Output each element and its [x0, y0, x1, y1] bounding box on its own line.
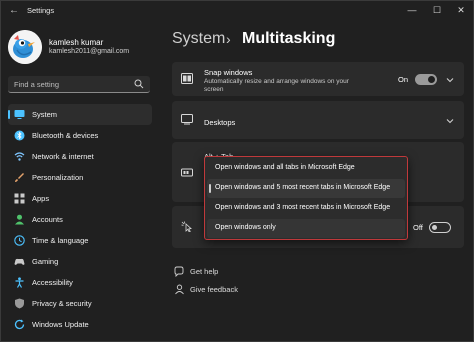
bluetooth-icon: [14, 130, 25, 141]
sidebar-item-bluetooth[interactable]: Bluetooth & devices: [8, 125, 152, 146]
snap-layout-icon: [181, 73, 193, 84]
snap-windows-subtitle: Automatically resize and arrange windows…: [204, 78, 349, 93]
feedback-icon: [175, 284, 184, 295]
sidebar-item-label: Accounts: [32, 215, 63, 224]
desktops-icon: [181, 114, 193, 125]
brush-icon: [15, 173, 24, 182]
back-button[interactable]: ←: [6, 4, 22, 18]
dropdown-option[interactable]: Open windows only: [207, 219, 405, 238]
shake-toggle-state: Off: [413, 223, 423, 232]
sidebar-item-accessibility[interactable]: Accessibility: [8, 272, 152, 293]
sidebar-item-system[interactable]: System: [8, 104, 152, 125]
title-bar-shake-toggle[interactable]: [429, 222, 451, 233]
dropdown-option-selected[interactable]: Open windows and 5 most recent tabs in M…: [207, 179, 405, 198]
globe-clock-icon: [14, 235, 25, 246]
search-input[interactable]: Find a setting: [8, 76, 150, 93]
minimize-button[interactable]: —: [402, 3, 422, 17]
snap-windows-card[interactable]: Snap windows Automatically resize and ar…: [172, 62, 464, 96]
avatar[interactable]: [8, 30, 42, 64]
desktops-title: Desktops: [204, 118, 236, 127]
search-icon: [134, 79, 144, 89]
sidebar-item-label: Time & language: [32, 236, 89, 245]
chevron-down-icon[interactable]: [446, 118, 454, 124]
window-title: Settings: [27, 6, 55, 15]
sidebar-item-apps[interactable]: Apps: [8, 188, 152, 209]
give-feedback-label: Give feedback: [190, 285, 238, 294]
breadcrumb-system[interactable]: System: [172, 30, 225, 48]
sidebar-item-privacy[interactable]: Privacy & security: [8, 293, 152, 314]
sidebar-nav: System Bluetooth & devices Network & int…: [8, 104, 152, 335]
breadcrumb-separator: ›: [226, 31, 231, 47]
dropdown-option-label: Open windows and 5 most recent tabs in M…: [215, 184, 391, 191]
dropdown-option-label: Open windows only: [215, 224, 276, 231]
alt-tab-dropdown[interactable]: Open windows and all tabs in Microsoft E…: [204, 156, 408, 240]
snap-toggle-state: On: [398, 75, 409, 84]
chevron-down-icon[interactable]: [446, 77, 454, 83]
accessibility-icon: [15, 277, 24, 288]
title-bar: ← Settings — ☐ ✕: [0, 0, 474, 22]
monitor-icon: [14, 110, 25, 119]
sidebar-item-label: Bluetooth & devices: [32, 131, 99, 140]
sidebar-item-windows-update[interactable]: Windows Update: [8, 314, 152, 335]
sidebar-item-label: System: [32, 110, 58, 119]
bird-avatar-icon: [8, 30, 42, 64]
sidebar-item-accounts[interactable]: Accounts: [8, 209, 152, 230]
user-name: kamlesh kumar: [49, 38, 104, 47]
dropdown-option[interactable]: Open windows and all tabs in Microsoft E…: [207, 159, 405, 178]
sidebar-item-time-language[interactable]: Time & language: [8, 230, 152, 251]
shield-icon: [15, 298, 24, 309]
page-title: Multitasking: [242, 30, 336, 47]
sidebar-item-label: Personalization: [32, 173, 84, 182]
sidebar-item-network[interactable]: Network & internet: [8, 146, 152, 167]
gamepad-icon: [14, 258, 25, 265]
desktops-card[interactable]: Desktops: [172, 101, 464, 139]
settings-window: ← Settings — ☐ ✕ kamlesh kumar kamlesh20…: [0, 0, 474, 342]
help-icon: [174, 266, 184, 277]
shake-cursor-icon: [181, 221, 192, 232]
dropdown-option-label: Open windows and 3 most recent tabs in M…: [215, 204, 391, 211]
sidebar-item-label: Network & internet: [32, 152, 94, 161]
person-icon: [15, 214, 24, 225]
wifi-icon: [14, 152, 25, 161]
apps-icon: [14, 193, 25, 204]
get-help-label: Get help: [190, 267, 219, 276]
dropdown-option[interactable]: Open windows and 3 most recent tabs in M…: [207, 199, 405, 218]
sidebar-item-label: Accessibility: [32, 278, 73, 287]
sidebar-item-label: Gaming: [32, 257, 59, 266]
snap-windows-title: Snap windows: [204, 68, 253, 77]
sidebar-item-label: Apps: [32, 194, 50, 203]
sidebar-item-personalization[interactable]: Personalization: [8, 167, 152, 188]
close-button[interactable]: ✕: [451, 3, 471, 17]
user-email: kamlesh2011@gmail.com: [49, 48, 130, 55]
alt-tab-icon: [181, 168, 193, 177]
snap-windows-toggle[interactable]: [415, 74, 437, 85]
dropdown-option-label: Open windows and all tabs in Microsoft E…: [215, 164, 355, 171]
update-icon: [14, 319, 25, 330]
sidebar-item-label: Windows Update: [32, 320, 89, 329]
sidebar-item-gaming[interactable]: Gaming: [8, 251, 152, 272]
search-placeholder: Find a setting: [14, 80, 60, 89]
sidebar-item-label: Privacy & security: [32, 299, 92, 308]
maximize-button[interactable]: ☐: [427, 3, 447, 17]
